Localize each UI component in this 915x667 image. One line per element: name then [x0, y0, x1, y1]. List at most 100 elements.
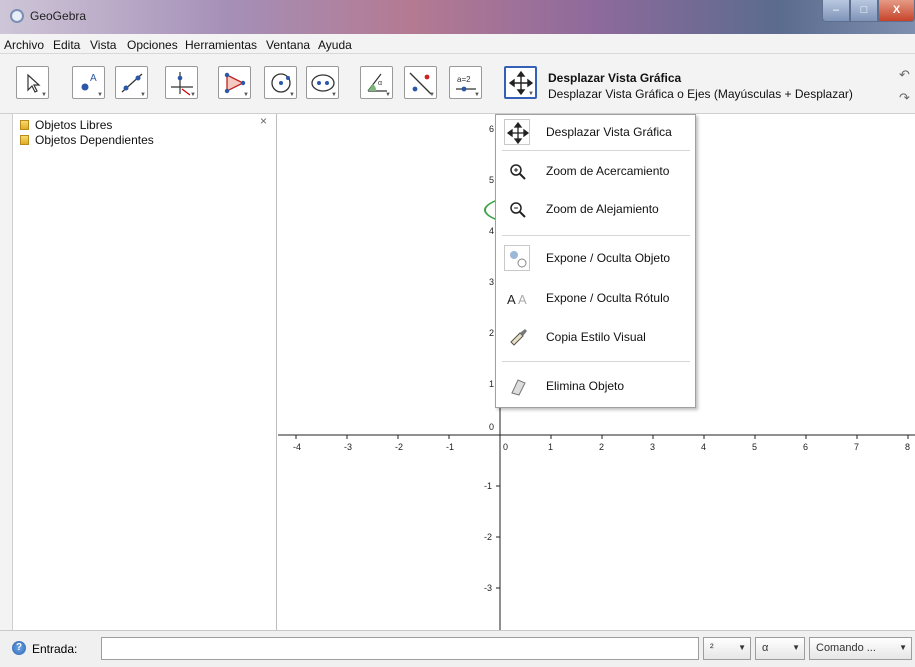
- window-title: GeoGebra: [30, 9, 87, 23]
- title-bar: GeoGebra – □ X: [0, 0, 915, 34]
- x-tick-label: 0: [503, 442, 508, 452]
- x-tick-label: -3: [344, 442, 352, 452]
- menu-opciones[interactable]: Opciones: [127, 38, 178, 52]
- x-tick-label: -1: [446, 442, 454, 452]
- menu-item-delete-object[interactable]: Elimina Objeto: [496, 369, 695, 403]
- conic-tool-button[interactable]: ▼: [306, 66, 339, 99]
- maximize-button[interactable]: □: [850, 0, 878, 22]
- folder-free-objects[interactable]: Objetos Libres: [20, 118, 260, 132]
- menu-vista[interactable]: Vista: [90, 38, 116, 52]
- menu-herramientas[interactable]: Herramientas: [185, 38, 257, 52]
- selected-tool-title: Desplazar Vista Gráfica: [548, 71, 682, 85]
- menu-edita[interactable]: Edita: [53, 38, 80, 52]
- algebra-view: Objetos Libres Objetos Dependientes ×: [13, 114, 277, 630]
- x-tick-label: 3: [650, 442, 655, 452]
- y-tick-label: -3: [484, 583, 492, 593]
- input-label: Entrada:: [32, 642, 78, 656]
- svg-text:α: α: [378, 80, 382, 87]
- folder-label: Objetos Libres: [35, 118, 113, 132]
- y-tick-label: 1: [489, 379, 494, 389]
- menu-item-label: Elimina Objeto: [546, 379, 625, 393]
- symbol-value: α: [762, 642, 769, 654]
- point-tool-button[interactable]: A ▼: [72, 66, 105, 99]
- tool-dropdown-menu: Desplazar Vista Gráfica Zoom de Acercami…: [495, 114, 696, 408]
- folder-label: Objetos Dependientes: [35, 133, 154, 147]
- y-tick-label: 4: [489, 226, 494, 236]
- chevron-down-icon: ▼: [738, 643, 746, 652]
- x-tick-label: 6: [803, 442, 808, 452]
- folder-icon: [20, 120, 29, 130]
- symbol-select[interactable]: α ▼: [755, 637, 805, 660]
- svg-text:a=2: a=2: [457, 75, 471, 84]
- menu-item-show-hide-object[interactable]: Expone / Oculta Objeto: [496, 241, 695, 275]
- move-tool-button[interactable]: ▼: [16, 66, 49, 99]
- menu-ventana[interactable]: Ventana: [266, 38, 310, 52]
- chevron-down-icon: ▼: [899, 643, 907, 652]
- circle-tool-button[interactable]: ▼: [264, 66, 297, 99]
- move-arrows-icon: [504, 119, 530, 145]
- polygon-tool-button[interactable]: ▼: [218, 66, 251, 99]
- menu-item-label: Desplazar Vista Gráfica: [546, 125, 672, 139]
- left-dock-strip: [0, 114, 13, 630]
- menu-separator: [502, 361, 690, 362]
- redo-icon[interactable]: ↷: [899, 90, 915, 105]
- menu-item-zoom-out[interactable]: Zoom de Alejamiento: [496, 192, 695, 226]
- menu-ayuda[interactable]: Ayuda: [318, 38, 352, 52]
- svg-text:A: A: [518, 292, 527, 307]
- geogebra-app-icon: [10, 9, 24, 23]
- close-button[interactable]: X: [878, 0, 915, 22]
- zoom-in-icon: [504, 158, 530, 184]
- folder-dependent-objects[interactable]: Objetos Dependientes: [20, 133, 260, 147]
- angle-tool-button[interactable]: α ▼: [360, 66, 393, 99]
- menu-item-show-hide-label[interactable]: AA Expone / Oculta Rótulo: [496, 281, 695, 315]
- algebra-close-icon[interactable]: ×: [260, 114, 267, 128]
- reflect-tool-button[interactable]: ▼: [404, 66, 437, 99]
- perpendicular-tool-button[interactable]: ▼: [165, 66, 198, 99]
- exponent-select[interactable]: ² ▼: [703, 637, 751, 660]
- y-tick-label: 5: [489, 175, 494, 185]
- minimize-button[interactable]: –: [822, 0, 850, 22]
- menu-item-copy-style[interactable]: Copia Estilo Visual: [496, 320, 695, 354]
- help-icon[interactable]: ?: [12, 641, 26, 655]
- zoom-out-icon: [504, 196, 530, 222]
- selected-tool-help: Desplazar Vista Gráfica o Ejes (Mayúscul…: [548, 87, 853, 101]
- eraser-icon: [504, 373, 530, 399]
- y-tick-label: 3: [489, 277, 494, 287]
- menu-archivo[interactable]: Archivo: [4, 38, 44, 52]
- line-tool-button[interactable]: ▼: [115, 66, 148, 99]
- x-tick-label: 5: [752, 442, 757, 452]
- menu-item-label: Zoom de Alejamiento: [546, 202, 659, 216]
- x-tick-label: 8: [905, 442, 910, 452]
- command-select[interactable]: Comando ... ▼: [809, 637, 912, 660]
- y-tick-label: -2: [484, 532, 492, 542]
- x-tick-label: 7: [854, 442, 859, 452]
- svg-text:A: A: [90, 73, 97, 84]
- show-hide-object-icon: [504, 245, 530, 271]
- show-hide-label-icon: AA: [504, 285, 530, 311]
- y-tick-label: -1: [484, 481, 492, 491]
- x-tick-label: 1: [548, 442, 553, 452]
- slider-tool-button[interactable]: a=2 ▼: [449, 66, 482, 99]
- toolbar: ▼ A ▼ ▼ ▼ ▼ ▼ ▼ α ▼ ▼ a=2 ▼ ▼ Desplazar …: [0, 54, 915, 114]
- x-tick-label: -4: [293, 442, 301, 452]
- x-tick-label: 2: [599, 442, 604, 452]
- menu-item-label: Expone / Oculta Rótulo: [546, 291, 670, 305]
- svg-text:A: A: [507, 292, 516, 307]
- command-value: Comando ...: [816, 642, 876, 654]
- menu-item-move-view[interactable]: Desplazar Vista Gráfica: [496, 115, 695, 149]
- chevron-down-icon: ▼: [792, 643, 800, 652]
- y-tick-label: 0: [489, 422, 494, 432]
- y-tick-label: 2: [489, 328, 494, 338]
- menu-item-label: Zoom de Acercamiento: [546, 164, 670, 178]
- input-bar: ? Entrada: ² ▼ α ▼ Comando ... ▼: [0, 630, 915, 667]
- input-field[interactable]: [101, 637, 699, 660]
- menu-separator: [502, 150, 690, 151]
- x-tick-label: 4: [701, 442, 706, 452]
- menu-separator: [502, 235, 690, 236]
- folder-icon: [20, 135, 29, 145]
- menu-item-zoom-in[interactable]: Zoom de Acercamiento: [496, 154, 695, 188]
- undo-icon[interactable]: ↶: [899, 67, 915, 82]
- exponent-value: ²: [710, 642, 714, 654]
- y-tick-label: 6: [489, 124, 494, 134]
- move-view-tool-button[interactable]: ▼: [504, 66, 537, 99]
